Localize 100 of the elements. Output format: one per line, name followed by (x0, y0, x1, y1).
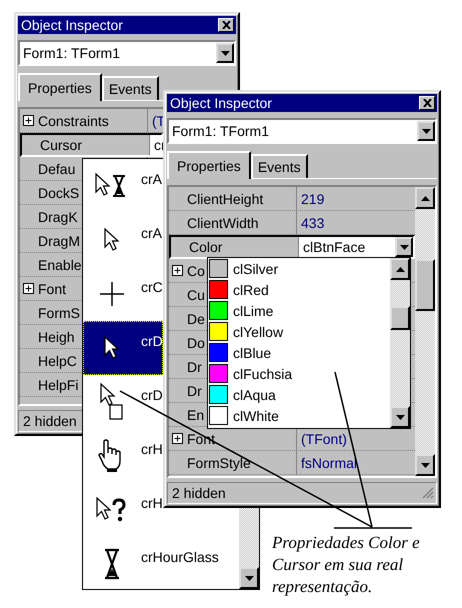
tab[interactable]: Properties (167, 151, 251, 179)
expand-icon[interactable] (23, 283, 34, 294)
property-name: Font (38, 280, 66, 296)
property-name: Cu (187, 286, 205, 302)
color-list-item[interactable]: clYellow (208, 321, 390, 342)
crosshair-icon (100, 282, 124, 306)
scroll-down-button[interactable] (390, 406, 410, 428)
window-title: Object Inspector (170, 95, 272, 111)
color-name: clWhite (233, 408, 279, 424)
down-arrow-icon (244, 576, 254, 580)
cursor-list-item[interactable]: crA (83, 213, 163, 267)
down-arrow-icon (420, 462, 430, 468)
object-selector[interactable]: Form1: TForm1 (18, 40, 236, 66)
color-name: clSilver (233, 260, 278, 276)
cursor-list-item[interactable]: crH (83, 483, 163, 537)
drag-cursor-icon (100, 383, 124, 421)
cursor-name: crA (141, 171, 162, 187)
property-name: DockS (38, 184, 80, 200)
scroll-down-button[interactable] (415, 454, 435, 476)
cursor-list-item[interactable]: crD (83, 321, 163, 375)
expand-icon[interactable] (172, 265, 183, 276)
cursor-name: crHourGlass (141, 549, 219, 565)
scroll-up-button[interactable] (415, 187, 435, 209)
property-name: Dr (187, 382, 202, 398)
property-name: Co (187, 262, 205, 278)
scroll-thumb[interactable] (390, 306, 410, 330)
close-icon (422, 99, 432, 107)
color-name: clAqua (233, 386, 276, 402)
window-title: Object Inspector (21, 17, 123, 33)
color-list-item[interactable]: clBlue (208, 342, 390, 363)
property-name: Enable (38, 256, 82, 272)
scroll-down-button[interactable] (239, 567, 259, 589)
dropdown-button[interactable] (417, 121, 435, 141)
property-name: Dr (187, 358, 202, 374)
color-list-item[interactable]: clSilver (208, 258, 390, 279)
color-list-item[interactable]: clLime (208, 300, 390, 321)
cursor-list-item[interactable]: crA (83, 159, 163, 213)
close-button[interactable] (419, 96, 435, 110)
tab[interactable]: Events (250, 154, 308, 178)
property-name: FormStyle (187, 454, 251, 470)
cursor-name: crA (141, 225, 162, 241)
color-name: clYellow (233, 324, 284, 340)
property-name: ClientHeight (187, 190, 264, 206)
property-name: De (187, 310, 205, 326)
tab[interactable]: Properties (18, 73, 102, 101)
color-name: clBlue (233, 344, 272, 360)
up-arrow-icon (420, 196, 430, 200)
tab[interactable]: Events (102, 76, 159, 100)
property-value: fsNormal (301, 454, 358, 470)
up-arrow-icon (396, 266, 404, 272)
close-button[interactable] (218, 18, 234, 32)
property-name: DragK (38, 208, 78, 224)
cursor-list-item[interactable]: crH (83, 429, 163, 483)
resize-grip-icon[interactable] (422, 487, 434, 499)
color-name: clFuchsia (233, 366, 292, 382)
scroll-up-button[interactable] (390, 258, 410, 280)
property-name: ClientWidth (187, 214, 259, 230)
status-text: 2 hidden (172, 485, 226, 501)
expand-icon[interactable] (172, 433, 183, 444)
color-name: clLime (233, 302, 274, 318)
scroll-thumb[interactable] (415, 259, 435, 311)
dropdown-button[interactable] (395, 237, 413, 257)
help-cursor-icon (96, 497, 128, 523)
property-name: Color (189, 239, 222, 255)
arrow-cursor-icon (104, 336, 120, 360)
caret-icon (400, 244, 408, 250)
color-list-item[interactable]: clFuchsia (208, 363, 390, 384)
cursor-name: crD (141, 387, 163, 403)
property-value: (TFont) (301, 430, 347, 446)
caret-icon (220, 50, 230, 56)
property-value: 219 (301, 190, 324, 206)
scrollbar[interactable] (415, 187, 435, 476)
status-text: 2 hidden (23, 413, 77, 429)
cursor-name: crC (141, 279, 163, 295)
color-list-item[interactable]: clWhite (208, 405, 390, 426)
property-name: DragM (38, 232, 80, 248)
caret-icon (422, 128, 430, 134)
scrollbar[interactable] (390, 258, 410, 428)
property-name: Constraints (38, 112, 109, 128)
cursor-list-item[interactable]: crC (83, 267, 163, 321)
color-list-item[interactable]: clAqua (208, 384, 390, 405)
property-name: Defau (38, 160, 76, 176)
property-name: HelpFi (38, 376, 78, 392)
cursor-list-item[interactable]: crHourGlass (83, 537, 239, 591)
dropdown-button[interactable] (216, 43, 234, 63)
down-arrow-icon (396, 414, 404, 420)
property-name: HelpC (38, 352, 77, 368)
arrow-cursor-icon (104, 228, 120, 252)
property-name: En (187, 406, 204, 422)
figure-caption: Propriedades Color e Cursor em sua real representação. (272, 532, 421, 598)
cursor-name: crH (141, 495, 163, 511)
object-selector[interactable]: Form1: TForm1 (167, 118, 437, 144)
property-name: FormS (38, 304, 80, 320)
cursor-list-item[interactable]: crD (83, 375, 163, 429)
cursor-name: crD (141, 333, 163, 349)
property-value: 433 (301, 214, 324, 230)
close-icon (222, 21, 230, 29)
color-list-item[interactable]: clRed (208, 279, 390, 300)
hourglass-icon (104, 548, 120, 580)
expand-icon[interactable] (23, 115, 34, 126)
